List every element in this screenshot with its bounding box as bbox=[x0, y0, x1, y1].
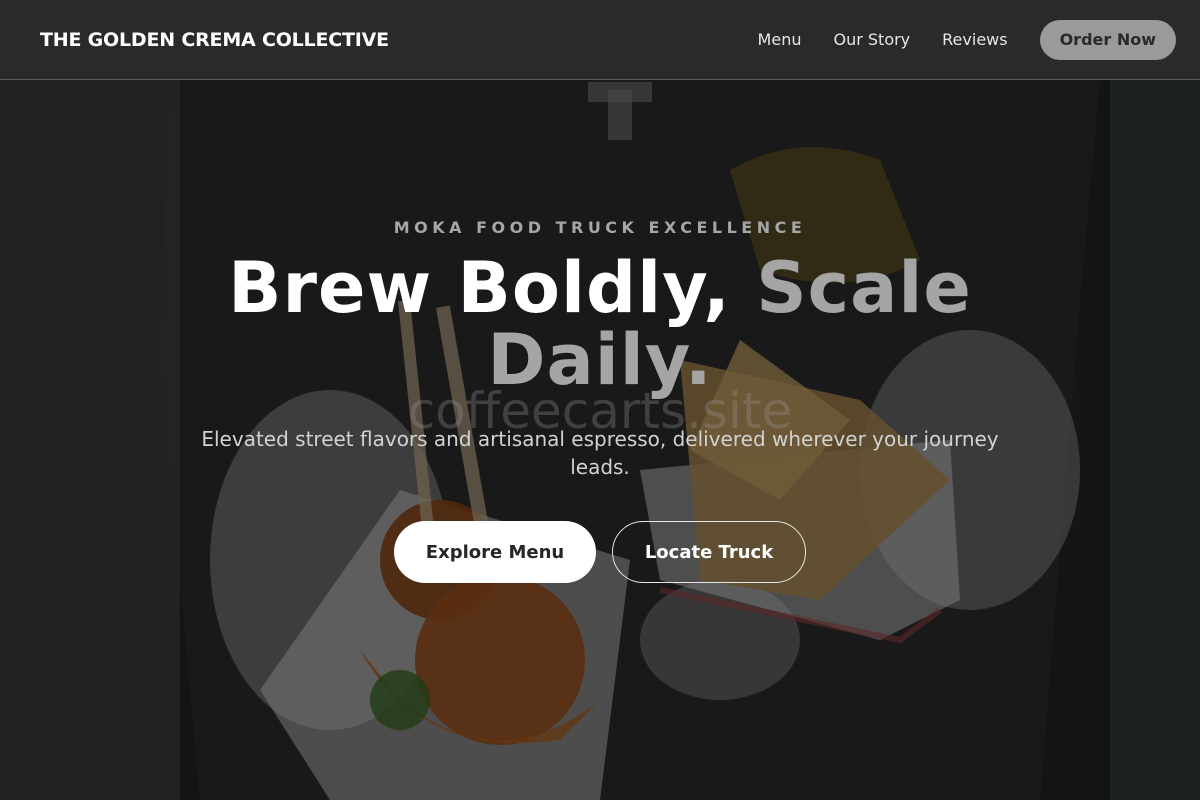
nav-link-our-story[interactable]: Our Story bbox=[833, 30, 910, 49]
main-nav: Menu Our Story Reviews Order Now bbox=[758, 19, 1176, 60]
hero-headline: Brew Boldly, Scale Daily. bbox=[150, 252, 1050, 396]
order-now-button[interactable]: Order Now bbox=[1039, 19, 1176, 60]
nav-link-menu[interactable]: Menu bbox=[758, 30, 802, 49]
page: THE GOLDEN CREMA COLLECTIVE Menu Our Sto… bbox=[0, 0, 1200, 800]
hero-section: MOKA FOOD TRUCK EXCELLENCE Brew Boldly, … bbox=[0, 0, 1200, 800]
nav-link-reviews[interactable]: Reviews bbox=[942, 30, 1007, 49]
explore-menu-button[interactable]: Explore Menu bbox=[394, 521, 596, 583]
locate-truck-button[interactable]: Locate Truck bbox=[612, 521, 806, 583]
hero-cta-group: Explore Menu Locate Truck bbox=[394, 521, 806, 583]
brand-logo-text[interactable]: THE GOLDEN CREMA COLLECTIVE bbox=[40, 29, 389, 51]
hero-eyebrow: MOKA FOOD TRUCK EXCELLENCE bbox=[393, 218, 807, 237]
site-header: THE GOLDEN CREMA COLLECTIVE Menu Our Sto… bbox=[0, 0, 1200, 80]
headline-main: Brew Boldly, bbox=[228, 247, 757, 329]
hero-subtitle: Elevated street flavors and artisanal es… bbox=[201, 427, 999, 479]
